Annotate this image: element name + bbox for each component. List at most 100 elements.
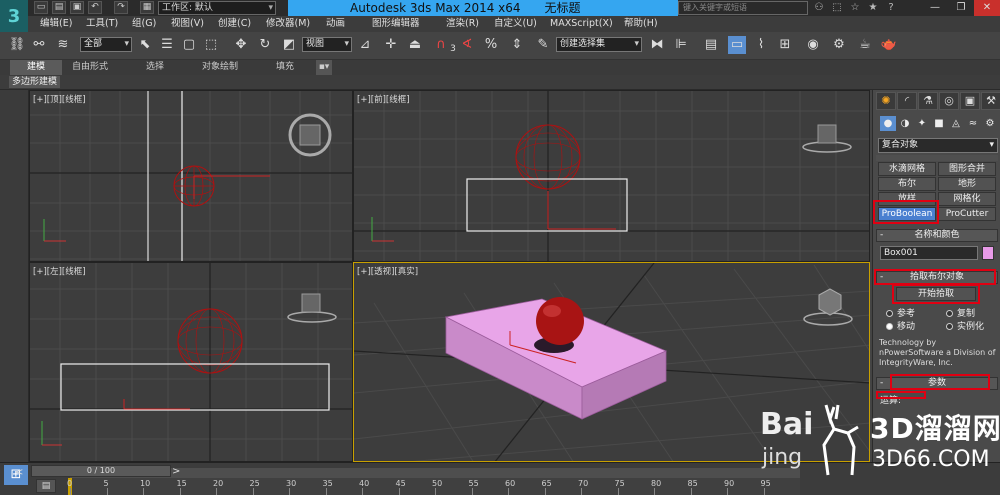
viewport-left[interactable]: [+][左][线框]	[29, 262, 353, 462]
viewport-top[interactable]: [+][顶][线框]	[29, 90, 353, 262]
save-file-icon[interactable]: ▣	[70, 1, 84, 14]
mini-curve-editor-icon[interactable]: ▤	[36, 479, 56, 493]
display-tab-icon[interactable]: ▣	[960, 92, 980, 110]
move-icon[interactable]: ✥	[232, 36, 250, 54]
new-file-icon[interactable]: ▭	[34, 1, 48, 14]
radio-move[interactable]: 移动	[886, 319, 915, 332]
hierarchy-tab-icon[interactable]: ⚗	[918, 92, 938, 110]
spinner-snap-icon[interactable]: ⇕	[508, 36, 526, 54]
angle-snap-icon[interactable]: ∢	[458, 36, 476, 54]
favorites-icon[interactable]: ★	[866, 1, 880, 15]
shapes-icon[interactable]: ◑	[897, 116, 913, 131]
pivot-center-icon[interactable]: ⊿	[356, 36, 374, 54]
menu-group[interactable]: 组(G)	[132, 16, 156, 32]
communication-icon[interactable]: ☆	[848, 1, 862, 15]
close-icon[interactable]: ✕	[974, 0, 1000, 16]
link-icon[interactable]: ⛓	[8, 36, 26, 54]
radio-instance[interactable]: 实例化	[946, 319, 984, 332]
menu-create[interactable]: 创建(C)	[218, 16, 251, 32]
workspace-select[interactable]: 工作区: 默认 ▾	[158, 1, 276, 15]
rectangular-selection-icon[interactable]: ▢	[180, 36, 198, 54]
named-selection-select[interactable]: 创建选择集 ▾	[556, 37, 642, 52]
schematic-view-icon[interactable]: ⊞	[776, 36, 794, 54]
object-type-rollout-header[interactable]	[876, 155, 998, 161]
ribbon-options-icon[interactable]: ▪▾	[316, 60, 332, 75]
radio-copy[interactable]: 复制	[946, 306, 975, 319]
helpers-icon[interactable]: ◬	[948, 116, 964, 131]
select-by-name-icon[interactable]: ☰	[158, 36, 176, 54]
scale-icon[interactable]: ◩	[280, 36, 298, 54]
procutter-button[interactable]: ProCutter	[938, 207, 996, 221]
restore-icon[interactable]: ❐	[948, 0, 974, 16]
menu-customize[interactable]: 自定义(U)	[494, 16, 537, 32]
utilities-tab-icon[interactable]: ⚒	[981, 92, 1000, 110]
viewcube-left-icon[interactable]	[287, 293, 337, 323]
menu-views[interactable]: 视图(V)	[171, 16, 204, 32]
tab-object-paint[interactable]: 对象绘制	[202, 60, 238, 75]
radio-reference[interactable]: 参考	[886, 306, 915, 319]
rotate-icon[interactable]: ↻	[256, 36, 274, 54]
terrain-button[interactable]: 地形	[938, 177, 996, 191]
keyboard-shortcut-icon[interactable]: ⏏	[406, 36, 424, 54]
bind-space-warp-icon[interactable]: ≋	[54, 36, 72, 54]
timeline-next-icon[interactable]: >	[172, 466, 184, 478]
reference-coordinate-select[interactable]: 视图 ▾	[302, 37, 352, 52]
project-folder-icon[interactable]: ▦	[140, 1, 154, 14]
unlink-icon[interactable]: ⚯	[30, 36, 48, 54]
modify-tab-icon[interactable]: ◜	[897, 92, 917, 110]
minimize-icon[interactable]: —	[922, 0, 948, 16]
menu-help[interactable]: 帮助(H)	[624, 16, 658, 32]
box-wireframe-left[interactable]	[60, 363, 330, 411]
viewport-front-label[interactable]: [+][前][线框]	[357, 93, 410, 105]
menu-modifiers[interactable]: 修改器(M)	[266, 16, 310, 32]
layer-manager-icon[interactable]: ▤	[702, 36, 720, 54]
subscription-icon[interactable]: ⬚	[830, 1, 844, 15]
menu-edit[interactable]: 编辑(E)	[40, 16, 72, 32]
timeline-prev-icon[interactable]: <	[15, 467, 27, 479]
open-file-icon[interactable]: ▤	[52, 1, 66, 14]
spacewarps-icon[interactable]: ≈	[965, 116, 981, 131]
name-color-rollout-header[interactable]: - 名称和颜色	[876, 229, 998, 242]
menu-animation[interactable]: 动画	[326, 16, 345, 32]
curve-editor-icon[interactable]: ⌇	[752, 36, 770, 54]
tab-freeform[interactable]: 自由形式	[72, 60, 108, 75]
lights-icon[interactable]: ✦	[914, 116, 930, 131]
viewport-left-label[interactable]: [+][左][线框]	[33, 265, 86, 277]
viewport-front[interactable]: [+][前][线框]	[353, 90, 870, 262]
sphere-solid-perspective[interactable]	[536, 297, 584, 345]
menu-maxscript[interactable]: MAXScript(X)	[550, 16, 613, 32]
graphite-ribbon-icon[interactable]: ▭	[728, 36, 746, 54]
time-slider[interactable]: 0 / 100	[31, 465, 171, 477]
menu-graph-editors[interactable]: 图形编辑器	[372, 16, 420, 32]
menu-tools[interactable]: 工具(T)	[86, 16, 118, 32]
align-icon[interactable]: ⊫	[672, 36, 690, 54]
motion-tab-icon[interactable]: ◎	[939, 92, 959, 110]
search-input[interactable]: 键入关键字或短语	[678, 1, 808, 15]
viewport-perspective-label[interactable]: [+][透视][真实]	[357, 265, 418, 277]
create-tab-icon[interactable]: ✺	[876, 92, 896, 110]
systems-icon[interactable]: ⚙	[982, 116, 998, 131]
redo-icon[interactable]: ↷	[114, 1, 128, 14]
selection-filter-select[interactable]: 全部 ▾	[80, 37, 132, 52]
mirror-icon[interactable]: ⧓	[648, 36, 666, 54]
viewport-top-label[interactable]: [+][顶][线框]	[33, 93, 86, 105]
cameras-icon[interactable]: ■	[931, 116, 947, 131]
blobmesh-button[interactable]: 水滴网格	[878, 162, 936, 176]
undo-icon[interactable]: ↶	[88, 1, 102, 14]
boolean-button[interactable]: 布尔	[878, 177, 936, 191]
menu-rendering[interactable]: 渲染(R)	[446, 16, 479, 32]
viewcube-top-icon[interactable]	[288, 113, 332, 157]
select-manipulate-icon[interactable]: ✛	[382, 36, 400, 54]
material-editor-icon[interactable]: ◉	[804, 36, 822, 54]
app-menu-button[interactable]: 3	[0, 0, 28, 32]
object-name-input[interactable]: Box001	[880, 246, 978, 260]
help-icon[interactable]: ?	[884, 1, 898, 15]
rendered-frame-window-icon[interactable]: ☕	[856, 36, 874, 54]
mesher-button[interactable]: 网格化	[938, 192, 996, 206]
tab-modeling[interactable]: 建模	[10, 60, 62, 75]
object-category-select[interactable]: 复合对象 ▾	[878, 138, 998, 153]
edit-named-selection-icon[interactable]: ✎	[534, 36, 552, 54]
percent-snap-icon[interactable]: %	[482, 36, 500, 54]
geometry-icon[interactable]: ●	[880, 116, 896, 131]
shapemerge-button[interactable]: 图形合并	[938, 162, 996, 176]
